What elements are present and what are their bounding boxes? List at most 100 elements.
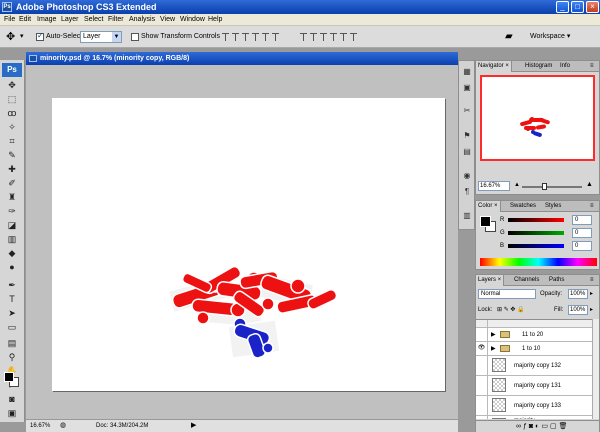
layers-scrollbar[interactable] xyxy=(592,319,599,419)
menu-filter[interactable]: Filter xyxy=(108,15,124,25)
actions-icon[interactable]: ◉ xyxy=(462,171,472,181)
dodge-tool-icon[interactable]: ● xyxy=(6,262,18,273)
red-value-input[interactable]: 0 xyxy=(572,215,592,225)
pen-tool-icon[interactable]: ✒ xyxy=(6,280,18,291)
document-canvas[interactable] xyxy=(52,98,445,391)
gradient-tool-icon[interactable]: ▥ xyxy=(6,234,18,245)
slider-knob[interactable] xyxy=(542,183,547,190)
menu-help[interactable]: Help xyxy=(208,15,222,25)
panel-menu-icon[interactable]: ≡ xyxy=(588,275,596,286)
lock-transparent-icon[interactable]: ⊞ xyxy=(497,307,502,313)
visibility-toggle[interactable] xyxy=(476,416,488,419)
layer-row-group-11-20[interactable]: ▶ 11 to 20 xyxy=(476,328,599,342)
paragraph-icon[interactable]: ¶ xyxy=(462,187,472,197)
visibility-toggle[interactable] xyxy=(476,328,488,341)
menu-edit[interactable]: Edit xyxy=(19,15,31,25)
lasso-tool-icon[interactable]: ꝏ xyxy=(6,108,18,119)
tab-info[interactable]: Info xyxy=(558,61,572,72)
bridge-icon[interactable]: ▰ xyxy=(505,31,513,42)
menu-analysis[interactable]: Analysis xyxy=(129,15,155,25)
auto-select-dropdown[interactable]: Layer ▼ xyxy=(80,31,122,43)
minimize-button[interactable]: _ xyxy=(556,1,569,13)
tab-styles[interactable]: Styles xyxy=(543,201,563,212)
distribute-right-icon[interactable] xyxy=(350,33,357,41)
magic-wand-icon[interactable]: ✧ xyxy=(6,122,18,133)
eye-icon[interactable]: 👁 xyxy=(476,342,488,355)
align-bottom-icon[interactable] xyxy=(242,33,249,41)
distribute-hcenter-icon[interactable] xyxy=(340,33,347,41)
new-group-icon[interactable]: ▭ xyxy=(541,423,550,430)
slice-tool-icon[interactable]: ✎ xyxy=(6,150,18,161)
delete-layer-icon[interactable]: 🗑 xyxy=(559,423,570,430)
brush-tool-icon[interactable]: ✐ xyxy=(6,178,18,189)
workspace-menu[interactable]: Workspace ▾ xyxy=(530,32,570,42)
tab-paths[interactable]: Paths xyxy=(547,275,566,286)
shape-tool-icon[interactable]: ▭ xyxy=(6,322,18,333)
distribute-left-icon[interactable] xyxy=(330,33,337,41)
align-right-icon[interactable] xyxy=(272,33,279,41)
distribute-vcenter-icon[interactable] xyxy=(310,33,317,41)
tool-preset-arrow-icon[interactable]: ▾ xyxy=(20,32,24,40)
clone-stamp-icon[interactable]: ♜ xyxy=(6,192,18,203)
close-button[interactable]: × xyxy=(586,1,599,13)
expand-triangle-icon[interactable]: ▶ xyxy=(491,345,496,352)
path-selection-icon[interactable]: ➤ xyxy=(6,308,18,319)
red-slider[interactable] xyxy=(508,218,564,222)
layer-comps-icon[interactable]: ▥ xyxy=(462,211,472,221)
crop-tool-icon[interactable]: ⌗ xyxy=(6,136,18,147)
foreground-color-swatch[interactable] xyxy=(480,216,491,227)
green-value-input[interactable]: 0 xyxy=(572,228,592,238)
notes-tool-icon[interactable]: ▤ xyxy=(6,338,18,349)
link-layers-icon[interactable]: ∞ xyxy=(516,423,523,430)
canvas-area[interactable] xyxy=(26,65,458,419)
history-icon[interactable]: ▤ xyxy=(462,147,472,157)
distribute-bottom-icon[interactable] xyxy=(320,33,327,41)
tab-swatches[interactable]: Swatches xyxy=(508,201,538,212)
tab-navigator[interactable]: Navigator × xyxy=(476,61,512,72)
foreground-background-colors[interactable] xyxy=(4,372,19,387)
marquee-tool-icon[interactable]: ⬚ xyxy=(6,94,18,105)
layer-row[interactable]: majority copy 132 xyxy=(476,356,599,376)
tab-color[interactable]: Color × xyxy=(476,201,501,212)
status-menu-icon[interactable]: ◍ xyxy=(60,420,66,432)
healing-brush-icon[interactable]: ✚ xyxy=(6,164,18,175)
menu-image[interactable]: Image xyxy=(37,15,56,25)
fill-input[interactable]: 100% xyxy=(568,305,588,315)
quick-mask-icon[interactable]: ◙ xyxy=(6,394,18,405)
menu-select[interactable]: Select xyxy=(84,15,103,25)
move-tool-icon[interactable]: ✥ xyxy=(6,30,15,43)
zoom-out-icon[interactable]: ▲ xyxy=(514,182,520,188)
distribute-buttons[interactable] xyxy=(300,33,360,41)
document-titlebar[interactable]: minority.psd @ 16.7% (minority copy, RGB… xyxy=(26,52,458,65)
align-buttons[interactable] xyxy=(222,33,282,41)
align-top-icon[interactable] xyxy=(222,33,229,41)
align-left-icon[interactable] xyxy=(252,33,259,41)
menu-window[interactable]: Window xyxy=(180,15,205,25)
tab-histogram[interactable]: Histogram xyxy=(523,61,554,72)
new-layer-icon[interactable]: ▢ xyxy=(550,423,559,430)
tab-layers[interactable]: Layers × xyxy=(476,275,505,286)
foreground-color-swatch[interactable] xyxy=(4,372,14,382)
move-tool-icon[interactable]: ✥ xyxy=(6,80,18,91)
brushes-icon[interactable]: ▦ xyxy=(462,67,472,77)
tab-channels[interactable]: Channels xyxy=(512,275,541,286)
expand-triangle-icon[interactable]: ▶ xyxy=(491,331,496,338)
screen-mode-icon[interactable]: ▣ xyxy=(6,408,18,419)
lock-all-icon[interactable]: 🔒 xyxy=(517,307,524,313)
layer-row[interactable]: majority copy 133 xyxy=(476,396,599,416)
color-spectrum-bar[interactable] xyxy=(480,258,597,266)
eyedropper-icon[interactable]: ⚲ xyxy=(6,352,18,363)
opacity-input[interactable]: 100% xyxy=(568,289,588,299)
panel-menu-icon[interactable]: ≡ xyxy=(588,201,596,212)
history-brush-icon[interactable]: ✑ xyxy=(6,206,18,217)
layer-row[interactable]: majority xyxy=(476,416,599,419)
blur-tool-icon[interactable]: ◆ xyxy=(6,248,18,259)
tool-presets-icon[interactable]: ▣ xyxy=(462,83,472,93)
clone-source-icon[interactable]: ⚑ xyxy=(462,131,472,141)
visibility-toggle[interactable] xyxy=(476,320,488,327)
lock-position-icon[interactable]: ✥ xyxy=(510,307,515,313)
maximize-button[interactable]: □ xyxy=(571,1,584,13)
fill-arrow-icon[interactable]: ▸ xyxy=(590,305,593,315)
align-vcenter-icon[interactable] xyxy=(232,33,239,41)
menu-view[interactable]: View xyxy=(160,15,175,25)
